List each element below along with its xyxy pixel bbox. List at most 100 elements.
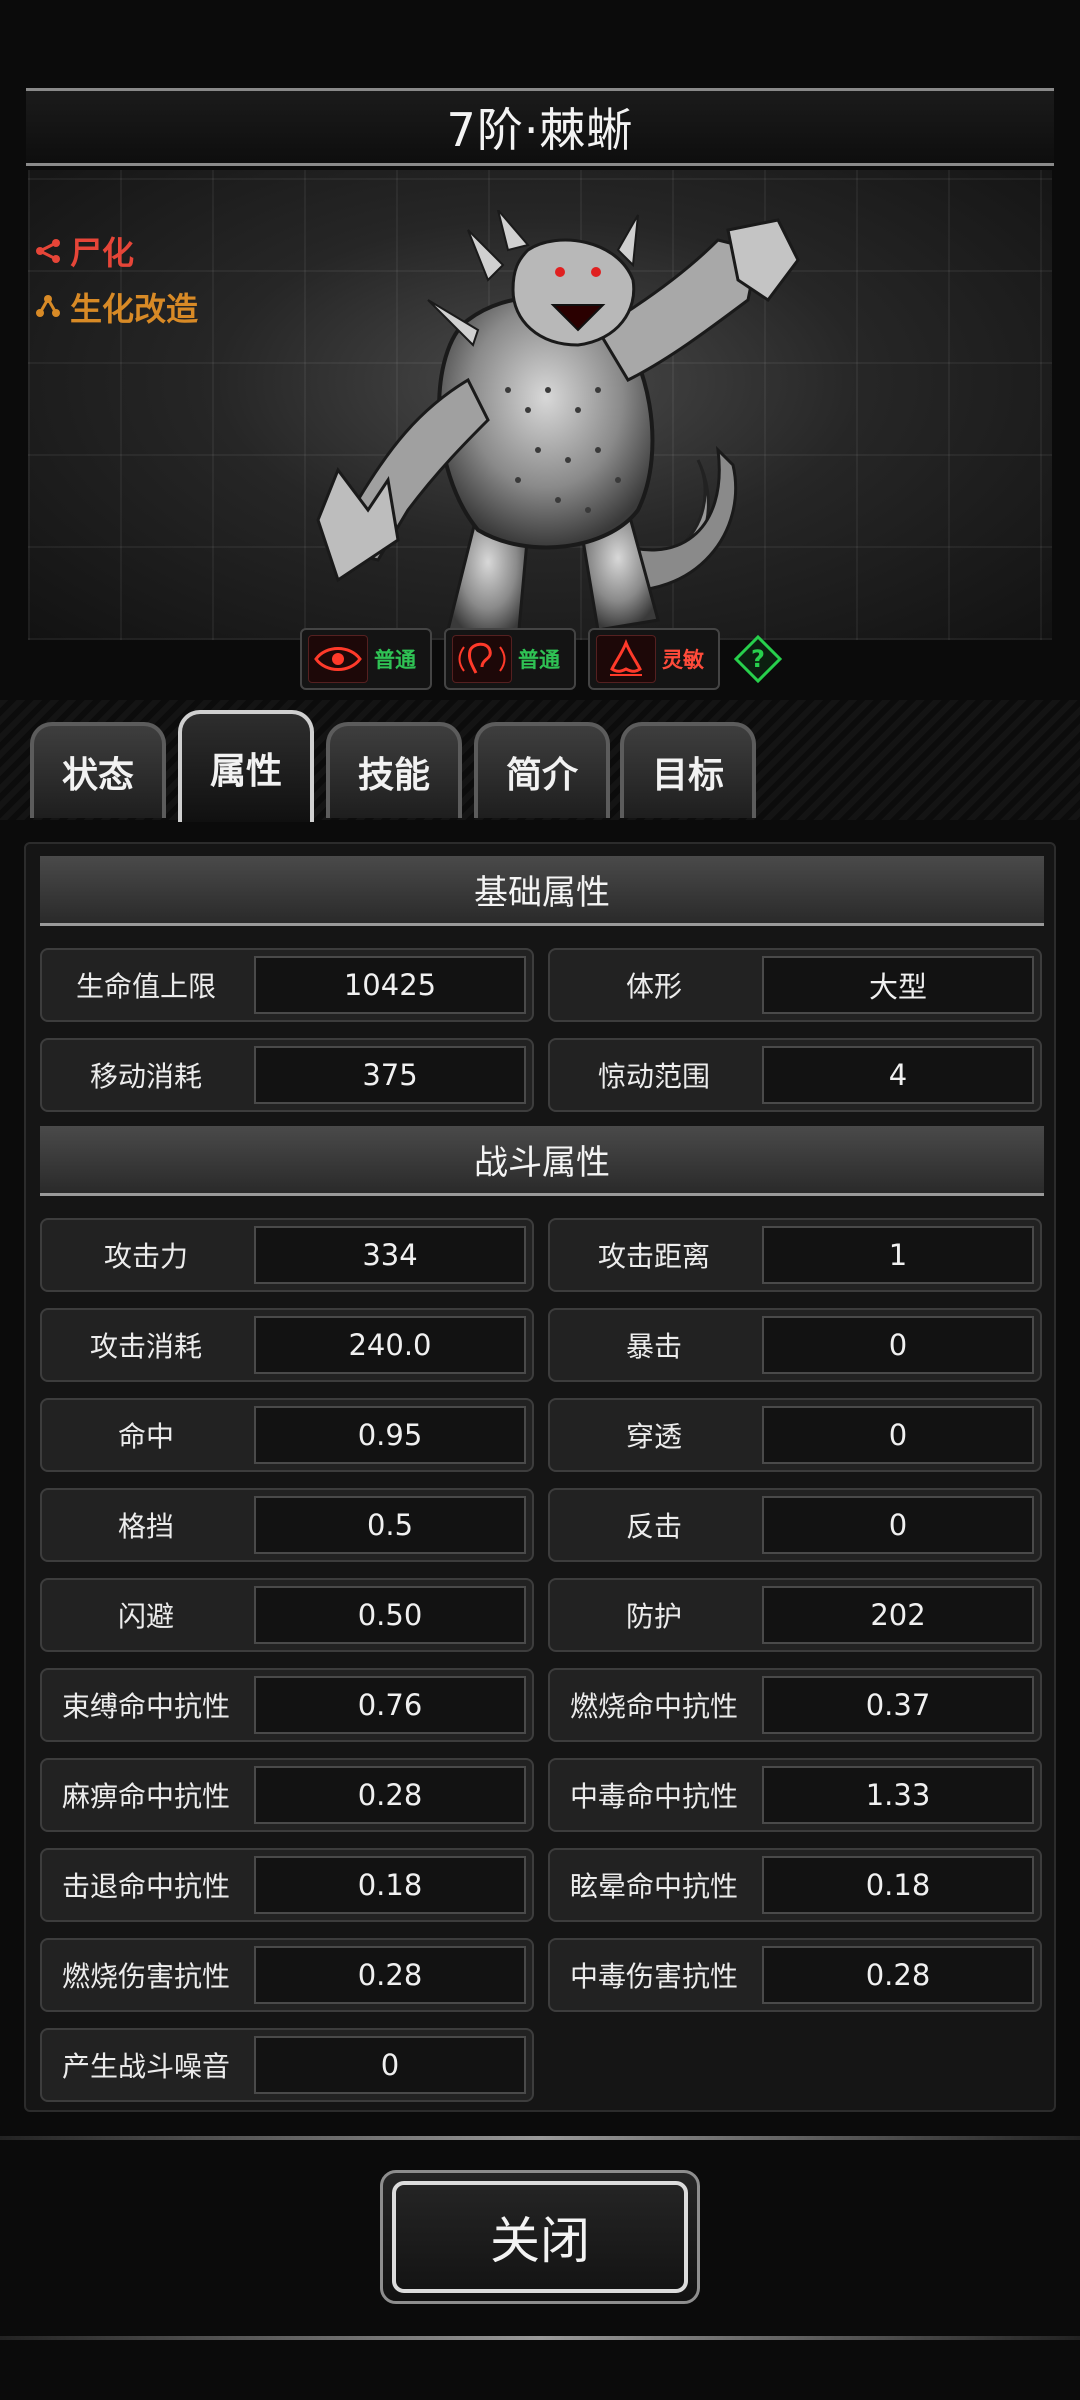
stat-value: 0 [762, 1316, 1034, 1374]
stat-value: 240.0 [254, 1316, 526, 1374]
stat-label: 闪避 [117, 1600, 174, 1633]
stat-label: 格挡 [117, 1510, 174, 1543]
stat-value: 334 [254, 1226, 526, 1284]
section-basic-header: 基础属性 [40, 856, 1044, 926]
stat-label: 中毒伤害抗性 [569, 1960, 738, 1993]
trait-tag-label: 尸化 [70, 234, 135, 272]
stat-value: 0.50 [254, 1586, 526, 1644]
question-diamond-icon: ? [733, 634, 783, 684]
close-button-label: 关闭 [392, 2181, 688, 2293]
monster-portrait: 尸化 生化改造 [28, 170, 1052, 640]
stat-label: 中毒命中抗性 [569, 1780, 738, 1813]
sense-hearing-level: 普通 [518, 648, 560, 672]
stat-label: 产生战斗噪音 [61, 2050, 230, 2083]
stat-label: 束缚命中抗性 [61, 1690, 230, 1723]
stat-value: 10425 [254, 956, 526, 1014]
help-label: ? [751, 645, 765, 673]
trait-tags: 尸化 生化改造 [34, 228, 198, 340]
stat-label: 移动消耗 [89, 1060, 202, 1093]
stat-value: 0 [254, 2036, 526, 2094]
stat-label: 攻击力 [103, 1240, 188, 1273]
stat-label: 惊动范围 [597, 1060, 710, 1093]
stat-armor: 防护 202 [548, 1578, 1042, 1652]
stat-critical: 暴击 0 [548, 1308, 1042, 1382]
stat-value: 1.33 [762, 1766, 1034, 1824]
stat-accuracy: 命中 0.95 [40, 1398, 534, 1472]
stat-value: 0.28 [254, 1946, 526, 2004]
stat-burn-damage-resist: 燃烧伤害抗性 0.28 [40, 1938, 534, 2012]
trait-tag-zombified: 尸化 [34, 228, 198, 274]
sense-indicators: 普通 普通 灵敏 ? [300, 628, 784, 690]
stat-alert-range: 惊动范围 4 [548, 1038, 1042, 1112]
page-title: 7阶·棘蜥 [446, 103, 634, 157]
nose-icon [596, 635, 656, 683]
stat-label: 燃烧伤害抗性 [61, 1960, 230, 1993]
stat-label: 生命值上限 [75, 970, 216, 1003]
stat-value: 0.18 [254, 1856, 526, 1914]
footer-divider-top [0, 2136, 1080, 2140]
stat-value: 375 [254, 1046, 526, 1104]
monster-image [316, 210, 800, 640]
eye-icon [308, 635, 368, 683]
stat-poison-damage-resist: 中毒伤害抗性 0.28 [548, 1938, 1042, 2012]
stat-value: 大型 [762, 956, 1034, 1014]
stat-value: 0.5 [254, 1496, 526, 1554]
stat-attack-range: 攻击距离 1 [548, 1218, 1042, 1292]
attributes-panel: 基础属性 生命值上限 10425 体形 大型 移动消耗 375 惊动范围 4 战… [24, 842, 1056, 2112]
stat-block: 格挡 0.5 [40, 1488, 534, 1562]
stat-counter: 反击 0 [548, 1488, 1042, 1562]
stat-label: 防护 [625, 1600, 682, 1633]
stat-paralysis-resist: 麻痹命中抗性 0.28 [40, 1758, 534, 1832]
stat-label: 击退命中抗性 [61, 1870, 230, 1903]
tab-attributes[interactable]: 属性 [178, 710, 314, 822]
stat-value: 0.18 [762, 1856, 1034, 1914]
stat-penetration: 穿透 0 [548, 1398, 1042, 1472]
stat-dodge: 闪避 0.50 [40, 1578, 534, 1652]
stat-stun-resist: 眩晕命中抗性 0.18 [548, 1848, 1042, 1922]
stat-label: 燃烧命中抗性 [569, 1690, 738, 1723]
stat-value: 0 [762, 1406, 1034, 1464]
trait-tag-label: 生化改造 [70, 290, 199, 328]
section-combat-header: 战斗属性 [40, 1126, 1044, 1196]
tab-intro[interactable]: 简介 [474, 722, 610, 818]
tab-status[interactable]: 状态 [30, 722, 166, 818]
stat-knockback-resist: 击退命中抗性 0.18 [40, 1848, 534, 1922]
sense-smell-level: 灵敏 [662, 648, 704, 672]
sense-sight[interactable]: 普通 [300, 628, 432, 690]
stat-poison-hit-resist: 中毒命中抗性 1.33 [548, 1758, 1042, 1832]
sense-sight-level: 普通 [374, 648, 416, 672]
stat-label: 麻痹命中抗性 [61, 1780, 230, 1813]
sense-smell[interactable]: 灵敏 [588, 628, 720, 690]
stat-value: 4 [762, 1046, 1034, 1104]
stat-attack-cost: 攻击消耗 240.0 [40, 1308, 534, 1382]
stat-value: 0.37 [762, 1676, 1034, 1734]
branch-node-icon [36, 295, 60, 317]
ear-icon [452, 635, 512, 683]
stat-label: 反击 [625, 1510, 682, 1543]
stat-value: 0.28 [762, 1946, 1034, 2004]
stat-combat-noise: 产生战斗噪音 0 [40, 2028, 534, 2102]
help-button[interactable]: ? [732, 633, 784, 685]
stat-label: 攻击距离 [597, 1240, 710, 1273]
stat-label: 暴击 [625, 1330, 682, 1363]
stat-value: 0.76 [254, 1676, 526, 1734]
stat-max-hp: 生命值上限 10425 [40, 948, 534, 1022]
stat-burn-hit-resist: 燃烧命中抗性 0.37 [548, 1668, 1042, 1742]
stat-bind-resist: 束缚命中抗性 0.76 [40, 1668, 534, 1742]
stat-value: 0 [762, 1496, 1034, 1554]
sense-hearing[interactable]: 普通 [444, 628, 576, 690]
share-node-icon [36, 239, 60, 263]
tab-target[interactable]: 目标 [620, 722, 756, 818]
stat-label: 体形 [625, 970, 682, 1003]
tab-skills[interactable]: 技能 [326, 722, 462, 818]
stat-label: 攻击消耗 [89, 1330, 202, 1363]
title-bar: 7阶·棘蜥 [26, 88, 1054, 166]
trait-tag-biomod: 生化改造 [34, 284, 198, 330]
tab-bar: 状态 属性 技能 简介 目标 [0, 700, 1080, 822]
stat-value: 0.95 [254, 1406, 526, 1464]
close-button[interactable]: 关闭 [380, 2170, 700, 2304]
footer-divider-bottom [0, 2336, 1080, 2340]
stat-label: 穿透 [625, 1420, 682, 1453]
stat-value: 202 [762, 1586, 1034, 1644]
stat-label: 眩晕命中抗性 [569, 1870, 738, 1903]
